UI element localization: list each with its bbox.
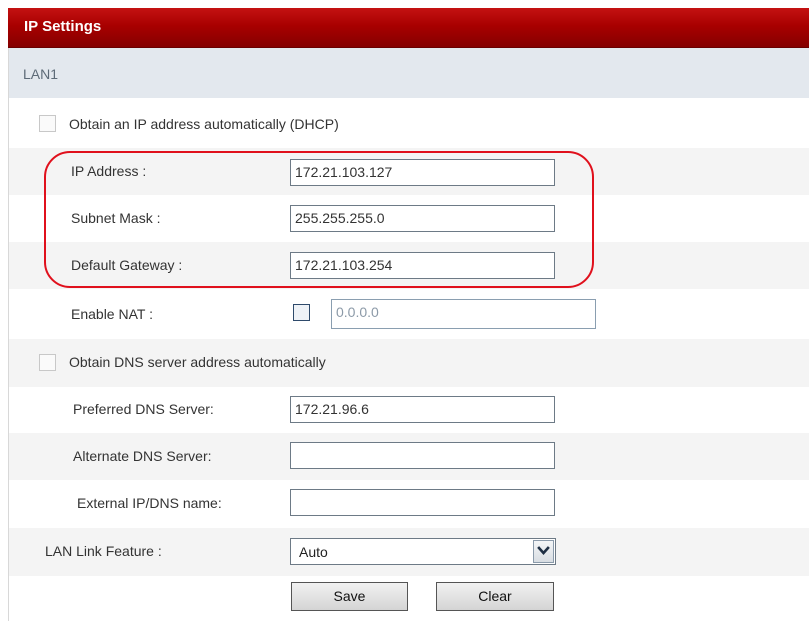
lan-link-row: LAN Link Feature : Auto [9, 528, 809, 576]
chevron-down-icon[interactable] [533, 540, 554, 563]
default-gateway-label: Default Gateway : [71, 257, 183, 273]
settings-panel: LAN1 Obtain an IP address automatically … [8, 48, 809, 621]
enable-nat-label: Enable NAT : [71, 306, 153, 322]
button-row: Save Clear [9, 576, 809, 621]
subnet-mask-row: Subnet Mask : 255.255.255.0 [9, 195, 809, 242]
clear-button[interactable]: Clear [436, 582, 554, 611]
external-ip-label: External IP/DNS name: [77, 495, 222, 511]
alternate-dns-input[interactable] [290, 442, 555, 469]
title-bar: IP Settings [8, 8, 809, 48]
subnet-mask-input[interactable]: 255.255.255.0 [290, 205, 555, 232]
dhcp-label: Obtain an IP address automatically (DHCP… [69, 116, 339, 132]
preferred-dns-label: Preferred DNS Server: [73, 401, 214, 417]
window-title: IP Settings [24, 18, 102, 35]
ip-address-input[interactable]: 172.21.103.127 [290, 159, 555, 186]
preferred-dns-input[interactable]: 172.21.96.6 [290, 396, 555, 423]
external-ip-input[interactable] [290, 489, 555, 516]
dns-auto-row: Obtain DNS server address automatically [9, 339, 809, 387]
subnet-mask-label: Subnet Mask : [71, 210, 161, 226]
save-button[interactable]: Save [291, 582, 408, 611]
dns-auto-label: Obtain DNS server address automatically [69, 354, 326, 370]
lan-link-label: LAN Link Feature : [45, 543, 162, 559]
lan-link-selected-value: Auto [299, 544, 328, 560]
ip-address-row: IP Address : 172.21.103.127 [9, 148, 809, 195]
section-title: LAN1 [23, 66, 59, 82]
dns-auto-checkbox[interactable] [39, 354, 56, 371]
enable-nat-checkbox[interactable] [293, 304, 310, 321]
dhcp-checkbox[interactable] [39, 115, 56, 132]
alternate-dns-row: Alternate DNS Server: [9, 433, 809, 480]
ip-address-label: IP Address : [71, 163, 147, 179]
preferred-dns-row: Preferred DNS Server: 172.21.96.6 [9, 387, 809, 433]
nat-address-input[interactable]: 0.0.0.0 [331, 299, 596, 329]
dhcp-row: Obtain an IP address automatically (DHCP… [9, 104, 809, 148]
default-gateway-row: Default Gateway : 172.21.103.254 [9, 242, 809, 289]
default-gateway-input[interactable]: 172.21.103.254 [290, 252, 555, 279]
alternate-dns-label: Alternate DNS Server: [73, 448, 212, 464]
section-header: LAN1 [9, 48, 809, 98]
enable-nat-row: Enable NAT : 0.0.0.0 [9, 289, 809, 339]
external-ip-row: External IP/DNS name: [9, 480, 809, 528]
lan-link-select[interactable]: Auto [290, 538, 556, 565]
